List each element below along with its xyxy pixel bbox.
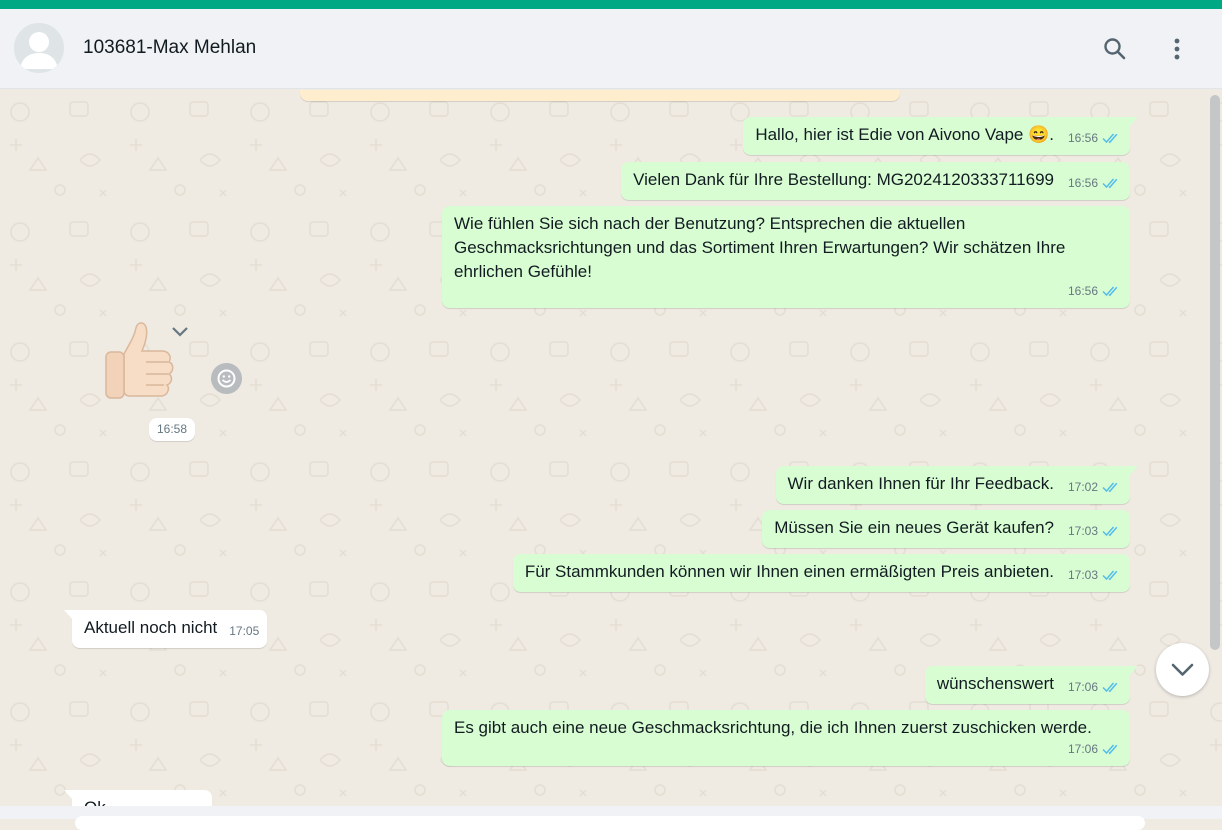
message-bubble-outgoing[interactable]: Hallo, hier ist Edie von Aivono Vape 😄. …	[743, 117, 1138, 155]
message-time: 17:05	[229, 624, 260, 638]
message-input[interactable]	[75, 816, 1145, 830]
chevron-down-icon	[1171, 663, 1194, 676]
message-text: Wie fühlen Sie sich nach der Benutzung? …	[454, 214, 1066, 281]
message-meta: 17:03	[1068, 563, 1120, 587]
message-meta: 16:56	[1068, 126, 1120, 150]
top-accent-strip	[0, 0, 1222, 9]
message-time: 17:06	[1067, 742, 1098, 756]
double-check-icon	[1102, 570, 1118, 581]
message-bubble-incoming[interactable]: Aktuell noch nicht 17:05	[64, 610, 268, 648]
message-text: wünschenswert	[936, 674, 1054, 693]
double-check-icon	[1102, 286, 1118, 297]
message-bubble-outgoing[interactable]: Wie fühlen Sie sich nach der Benutzung? …	[442, 206, 1130, 308]
message-meta: 17:05	[229, 619, 259, 643]
contact-name[interactable]: 103681-Max Mehlan	[83, 37, 256, 59]
message-meta: 17:06	[1068, 737, 1120, 761]
default-avatar-icon	[14, 23, 64, 73]
composer-bar	[0, 806, 1222, 830]
system-banner	[300, 90, 900, 101]
message-text: Wir danken Ihnen für Ihr Feedback.	[787, 474, 1054, 493]
message-time: 16:56	[1067, 176, 1098, 190]
message-bubble-outgoing[interactable]: wünschenswert 17:06	[924, 666, 1138, 704]
emoji-reaction-icon	[217, 369, 236, 388]
message-bubble-outgoing[interactable]: Für Stammkunden können wir Ihnen einen e…	[512, 554, 1130, 592]
scroll-to-bottom-button[interactable]	[1156, 643, 1209, 696]
contact-avatar[interactable]	[14, 23, 64, 73]
message-time: 16:56	[1067, 284, 1098, 298]
message-bubble-outgoing[interactable]: Vielen Dank für Ihre Bestellung: MG20241…	[621, 162, 1130, 200]
double-check-icon	[1102, 744, 1118, 755]
double-check-icon	[1102, 526, 1118, 537]
bubble-tail	[1129, 117, 1138, 127]
message-meta: 17:03	[1068, 519, 1120, 543]
message-time: 17:02	[1067, 480, 1098, 494]
message-time: 17:03	[1067, 524, 1098, 538]
double-check-icon	[1102, 178, 1118, 189]
search-button[interactable]	[1099, 33, 1131, 65]
message-bubble-outgoing[interactable]: Wir danken Ihnen für Ihr Feedback. 17:02	[775, 466, 1138, 504]
bubble-tail	[1129, 666, 1138, 676]
message-time: 17:03	[1067, 568, 1098, 582]
more-vertical-icon	[1174, 38, 1180, 60]
bubble-tail	[64, 790, 73, 800]
message-text: Müssen Sie ein neues Gerät kaufen?	[774, 518, 1054, 537]
chat-header: 103681-Max Mehlan	[0, 9, 1222, 89]
message-text: Ok	[84, 798, 106, 806]
message-meta: 17:06	[1068, 675, 1120, 699]
message-text: Hallo, hier ist Edie von Aivono Vape 😄.	[755, 125, 1054, 144]
double-check-icon	[1102, 682, 1118, 693]
menu-button[interactable]	[1161, 33, 1193, 65]
message-bubble-incoming[interactable]: Ok	[64, 790, 212, 806]
bubble-tail	[1129, 466, 1138, 476]
chat-scrollbar[interactable]	[1210, 95, 1220, 650]
message-text: Aktuell noch nicht	[84, 618, 218, 637]
message-list[interactable]: Hallo, hier ist Edie von Aivono Vape 😄. …	[0, 90, 1222, 806]
double-check-icon	[1102, 482, 1118, 493]
message-text: Vielen Dank für Ihre Bestellung: MG20241…	[633, 170, 1054, 189]
double-check-icon	[1102, 133, 1118, 144]
chevron-down-icon[interactable]	[170, 324, 190, 340]
search-icon	[1104, 38, 1126, 60]
message-meta: 16:56	[1068, 171, 1120, 195]
message-text: Für Stammkunden können wir Ihnen einen e…	[524, 562, 1054, 581]
sticker-time: 16:58	[149, 418, 196, 441]
message-meta: 17:02	[1068, 475, 1120, 499]
message-time: 16:56	[1067, 131, 1098, 145]
reaction-button[interactable]	[211, 363, 242, 394]
message-time: 17:06	[1067, 680, 1098, 694]
message-bubble-outgoing[interactable]: Müssen Sie ein neues Gerät kaufen? 17:03	[762, 510, 1130, 548]
message-text: Es gibt auch eine neue Geschmacksrichtun…	[454, 718, 1092, 737]
message-meta: 16:56	[1068, 279, 1120, 303]
message-bubble-outgoing[interactable]: Es gibt auch eine neue Geschmacksrichtun…	[442, 710, 1130, 766]
bubble-tail	[64, 610, 73, 620]
